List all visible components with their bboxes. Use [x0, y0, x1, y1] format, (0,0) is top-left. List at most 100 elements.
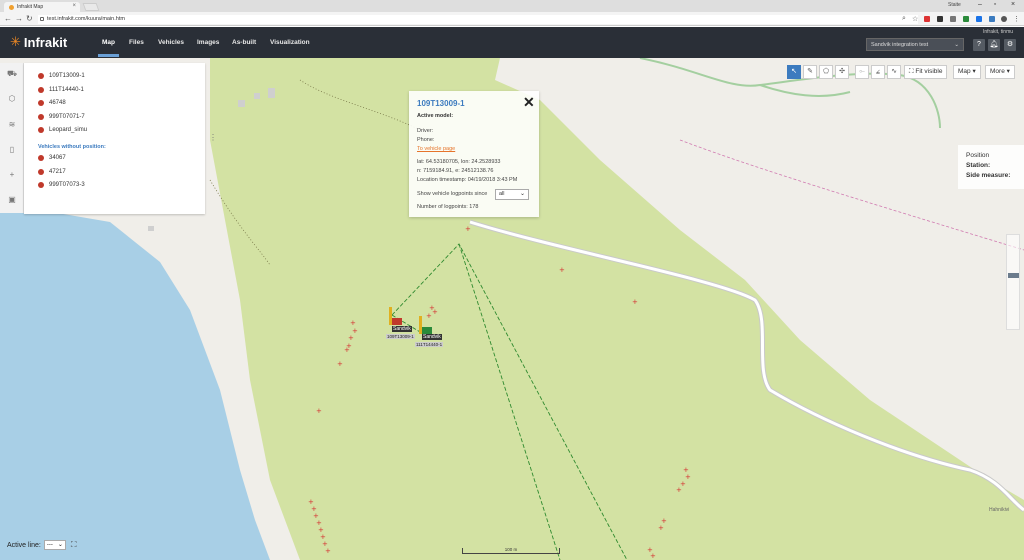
svg-text:+: +: [316, 407, 322, 415]
vehicle-page-link[interactable]: To vehicle page: [417, 146, 455, 152]
crosshair-tool-button[interactable]: ✣: [835, 65, 849, 79]
forward-icon[interactable]: →: [15, 14, 23, 23]
ext-icon-3[interactable]: [963, 16, 969, 22]
tab-title: Infrakit Map: [17, 4, 44, 10]
url-field[interactable]: test.infrakit.com/kuura/main.htm: [38, 15, 918, 24]
vehicle-id-label: 111T14440-1: [415, 342, 444, 347]
position-title: Position: [966, 152, 990, 159]
list-item[interactable]: 34067: [38, 155, 66, 161]
status-dot-icon: [38, 127, 44, 133]
logpoints-select[interactable]: all ⌄: [495, 189, 529, 200]
panel-resize-handle[interactable]: ⋮: [209, 133, 217, 142]
ext-icon-2[interactable]: [950, 16, 956, 22]
logpoints-count: Number of logpoints: 178: [417, 204, 479, 210]
fit-visible-button[interactable]: ⛶ Fit visible: [904, 65, 948, 79]
ext-icon-4[interactable]: [976, 16, 982, 22]
nav-map[interactable]: Map: [98, 39, 119, 57]
polygon-icon: ⬠: [822, 68, 830, 75]
list-item[interactable]: 109T13009-1: [38, 73, 85, 79]
svg-text:+: +: [559, 266, 565, 274]
driver-label: Driver:: [417, 128, 434, 134]
zoom-slider[interactable]: [1006, 234, 1020, 330]
list-item[interactable]: Leopard_simu: [38, 127, 87, 133]
help-button[interactable]: ?: [973, 39, 985, 51]
line-tool-button[interactable]: ⟜: [855, 65, 869, 79]
add-icon[interactable]: +: [7, 170, 17, 180]
reload-icon[interactable]: ↻: [26, 14, 33, 23]
area-tool-button[interactable]: ⬠: [819, 65, 833, 79]
back-icon[interactable]: ←: [4, 14, 12, 23]
fullscreen-icon[interactable]: ⛶: [71, 540, 77, 550]
vehicle-name: 47217: [49, 169, 66, 175]
logo-icon: ✳: [10, 34, 21, 49]
list-item[interactable]: 999T07071-7: [38, 114, 85, 120]
latlon-text: lat: 64.53180705, lon: 24.2528933: [417, 159, 501, 165]
more-menu-button[interactable]: More ▾: [985, 65, 1015, 79]
settings-button[interactable]: ⚙: [1004, 39, 1016, 51]
svg-text:+: +: [325, 547, 331, 555]
notifications-button[interactable]: 🔔︎: [988, 39, 1000, 51]
wave-tool-button[interactable]: ∿: [887, 65, 901, 79]
minimize-icon[interactable]: –: [975, 1, 985, 8]
documents-icon[interactable]: ▯: [7, 145, 17, 155]
ext-icon-6[interactable]: [1001, 16, 1007, 22]
profile-tool-button[interactable]: ⦤: [871, 65, 885, 79]
logpoints-label: Show vehicle logpoints since: [417, 191, 488, 197]
vehicle-name: Leopard_simu: [49, 127, 88, 133]
map-menu-button[interactable]: Map ▾: [953, 65, 981, 79]
svg-text:+: +: [685, 473, 691, 481]
close-icon[interactable]: ✕: [523, 94, 535, 111]
ext-icon-5[interactable]: [989, 16, 995, 22]
nav-images[interactable]: Images: [197, 39, 219, 46]
status-dot-icon: [38, 73, 44, 79]
new-tab-button[interactable]: [82, 3, 100, 11]
browser-tab[interactable]: Infrakit Map ×: [4, 2, 80, 12]
fit-label: Fit visible: [915, 68, 943, 75]
list-item[interactable]: 111T14440-1: [38, 87, 84, 93]
list-item[interactable]: 47217: [38, 169, 66, 175]
measure-tool-button[interactable]: ✎: [803, 65, 817, 79]
bell-icon: 🔔︎: [989, 41, 999, 48]
menu-icon[interactable]: ⋮: [1013, 15, 1020, 23]
window-user: Staite: [948, 2, 961, 8]
nav-files[interactable]: Files: [129, 39, 144, 46]
select-tool-button[interactable]: ↖: [787, 65, 801, 79]
status-dot-icon: [38, 169, 44, 175]
active-line-select[interactable]: --- ⌄: [43, 540, 66, 550]
zoom-icon[interactable]: ⌕: [902, 15, 908, 22]
close-window-icon[interactable]: ×: [1008, 1, 1018, 8]
vehicle-name: 999T07071-7: [49, 114, 85, 120]
status-dot-icon: [38, 87, 44, 93]
list-item[interactable]: 999T07073-3: [38, 182, 85, 188]
crosshair-icon: ✣: [839, 68, 845, 75]
line-icon: ⟜: [859, 68, 865, 75]
nav-visualization[interactable]: Visualization: [270, 39, 310, 46]
building: [148, 226, 154, 231]
opera-ext-icon[interactable]: [924, 16, 930, 22]
svg-text:+: +: [337, 360, 343, 368]
zoom-handle[interactable]: [1008, 273, 1019, 278]
project-select[interactable]: Sandvik integration test ⌄: [866, 38, 964, 51]
vehicle-name: 109T13009-1: [49, 73, 85, 79]
images-icon[interactable]: ▣: [7, 195, 17, 205]
vehicle-label: Sandvik: [422, 334, 442, 340]
address-bar-row: ← → ↻ test.infrakit.com/kuura/main.htm ⌕…: [0, 12, 1024, 26]
models-icon[interactable]: ⬡: [7, 94, 17, 104]
layers-icon[interactable]: ≋: [7, 120, 17, 130]
ext-icon-1[interactable]: [937, 16, 943, 22]
popup-title[interactable]: 109T13009-1: [417, 99, 465, 108]
svg-text:+: +: [465, 225, 471, 233]
scale-bar: 100 m: [462, 547, 560, 554]
nav-as-built[interactable]: As-built: [232, 39, 256, 46]
chevron-down-icon: ⌄: [519, 191, 525, 197]
infrakit-logo[interactable]: ✳ Infrakit: [10, 34, 67, 50]
maximize-icon[interactable]: ▫: [990, 1, 1000, 8]
logpoints-value: all: [499, 191, 505, 197]
vehicle-list-panel: 109T13009-1 111T14440-1 46748 999T07071-…: [24, 63, 205, 214]
close-tab-icon[interactable]: ×: [72, 3, 76, 9]
phone-label: Phone:: [417, 137, 435, 143]
vehicles-icon[interactable]: ⛟: [7, 69, 17, 79]
list-item[interactable]: 46748: [38, 100, 66, 106]
nav-vehicles[interactable]: Vehicles: [158, 39, 184, 46]
star-icon[interactable]: ☆: [912, 15, 918, 23]
